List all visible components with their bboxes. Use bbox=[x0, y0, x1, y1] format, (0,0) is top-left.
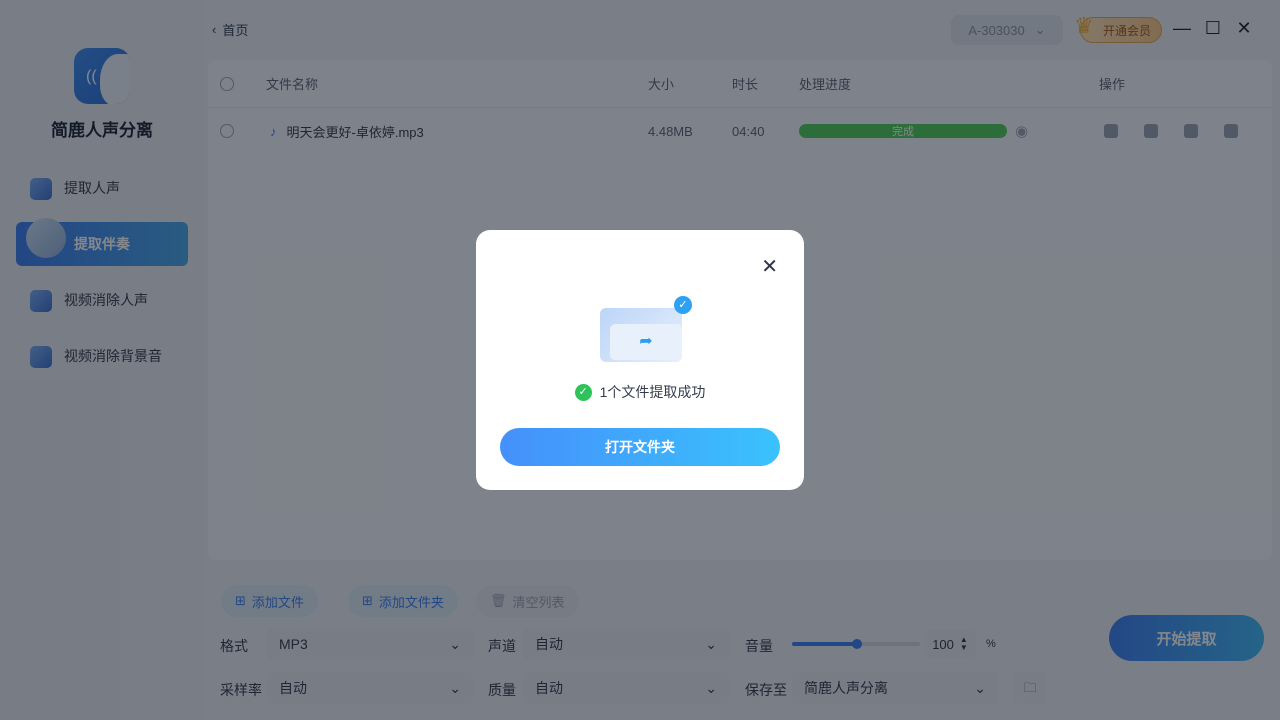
open-folder-button[interactable]: 打开文件夹 bbox=[500, 428, 780, 466]
success-message: 1个文件提取成功 bbox=[599, 384, 706, 400]
close-icon[interactable]: ✕ bbox=[761, 254, 778, 279]
success-check-icon: ✓ bbox=[574, 383, 592, 401]
share-arrow-icon: ➦ bbox=[610, 324, 682, 360]
success-dialog: ✕ ➦ ✓ ✓ 1个文件提取成功 打开文件夹 bbox=[476, 230, 804, 490]
check-badge-icon: ✓ bbox=[674, 296, 692, 314]
